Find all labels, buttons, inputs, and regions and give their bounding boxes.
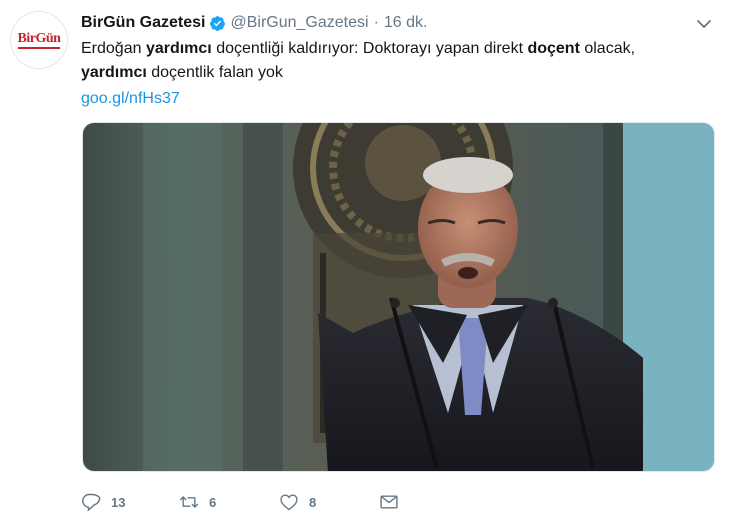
text-segment: Erdoğan <box>81 40 146 57</box>
timestamp[interactable]: 16 dk. <box>384 14 428 32</box>
retweet-button[interactable]: 6 <box>179 492 279 512</box>
like-count: 8 <box>309 494 317 510</box>
envelope-icon <box>380 495 398 509</box>
tweet-header: BirGün Gazetesi @BirGun_Gazetesi · 16 dk… <box>81 12 427 34</box>
action-bar: 13 6 8 <box>81 489 399 515</box>
text-bold-segment: yardımcı <box>81 64 147 81</box>
like-button[interactable]: 8 <box>279 492 379 512</box>
separator-dot: · <box>373 14 379 31</box>
verified-badge-icon <box>210 15 226 31</box>
text-segment: doçentlik falan yok <box>146 64 283 81</box>
speaker-photo <box>83 123 714 471</box>
reply-button[interactable]: 13 <box>81 492 179 512</box>
text-bold-segment: doçent <box>527 40 580 57</box>
tweet-text: Erdoğan yardımcı doçentliği kaldırıyor: … <box>81 37 721 85</box>
reply-icon <box>82 493 101 512</box>
direct-message-button[interactable] <box>379 492 399 512</box>
tweet-link[interactable]: goo.gl/nfHs37 <box>81 87 180 111</box>
avatar[interactable]: BirGün <box>10 11 68 69</box>
chevron-down-icon[interactable] <box>694 14 714 34</box>
tweet-media-image[interactable] <box>82 122 715 472</box>
avatar-logo: BirGün <box>17 31 61 49</box>
reply-count: 13 <box>111 494 126 510</box>
author-handle[interactable]: @BirGun_Gazetesi <box>230 14 368 32</box>
text-segment: doçentliği kaldırıyor: Doktorayı yapan d… <box>211 40 528 57</box>
heart-icon <box>280 494 298 511</box>
retweet-icon <box>179 496 199 508</box>
author-name[interactable]: BirGün Gazetesi <box>81 14 205 32</box>
retweet-count: 6 <box>209 494 217 510</box>
text-segment: olacak, <box>579 40 636 57</box>
text-bold-segment: yardımcı <box>145 40 212 57</box>
